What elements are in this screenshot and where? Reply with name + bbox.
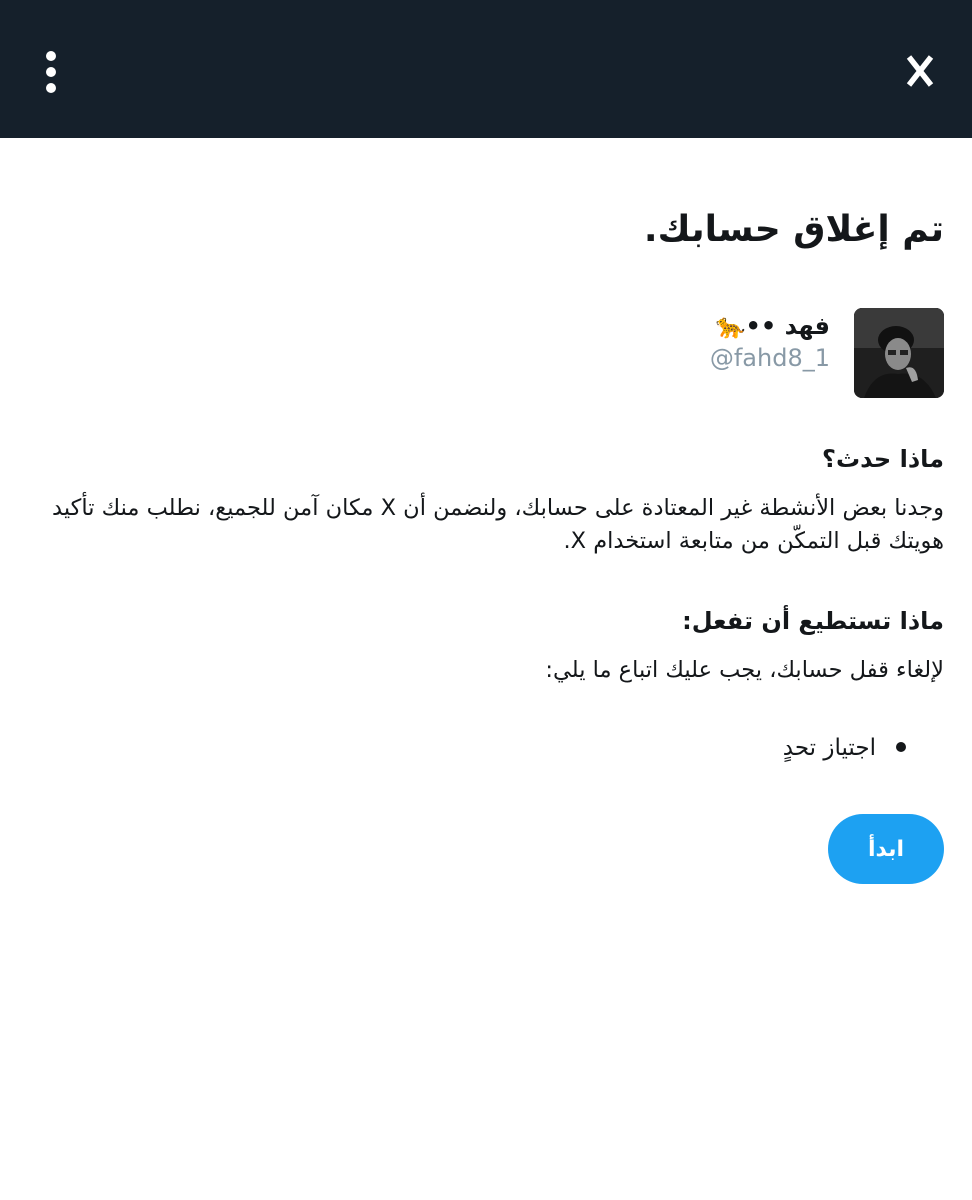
what-to-do-text: لإلغاء قفل حسابك، يجب عليك اتباع ما يلي: xyxy=(545,657,944,683)
more-vertical-icon xyxy=(46,51,56,93)
bullet-icon xyxy=(896,742,906,752)
user-handle: @fahd8_1 xyxy=(709,344,830,372)
what-to-do-heading: ماذا تستطيع أن تفعل: xyxy=(682,607,944,635)
user-display-name: فهد ••🐆 xyxy=(715,312,830,340)
list-item: اجتياز تحدٍ xyxy=(782,732,906,764)
profile-photo-icon xyxy=(854,308,944,398)
steps-list: اجتياز تحدٍ xyxy=(782,732,906,764)
main-content: تم إغلاق حسابك. فهد ••🐆 @fahd8_1 ماذا حد… xyxy=(0,138,972,1200)
page-title: تم إغلاق حسابك. xyxy=(643,209,944,250)
step-label: اجتياز تحدٍ xyxy=(782,735,876,761)
close-icon xyxy=(906,55,934,87)
what-happened-heading: ماذا حدث؟ xyxy=(822,445,944,473)
more-options-button[interactable] xyxy=(36,50,66,96)
what-happened-text: وجدنا بعض الأنشطة غير المعتادة على حسابك… xyxy=(52,495,944,554)
top-bar xyxy=(0,0,972,138)
start-button[interactable]: ابدأ xyxy=(828,814,944,884)
avatar xyxy=(854,308,944,398)
close-button[interactable] xyxy=(906,52,934,90)
